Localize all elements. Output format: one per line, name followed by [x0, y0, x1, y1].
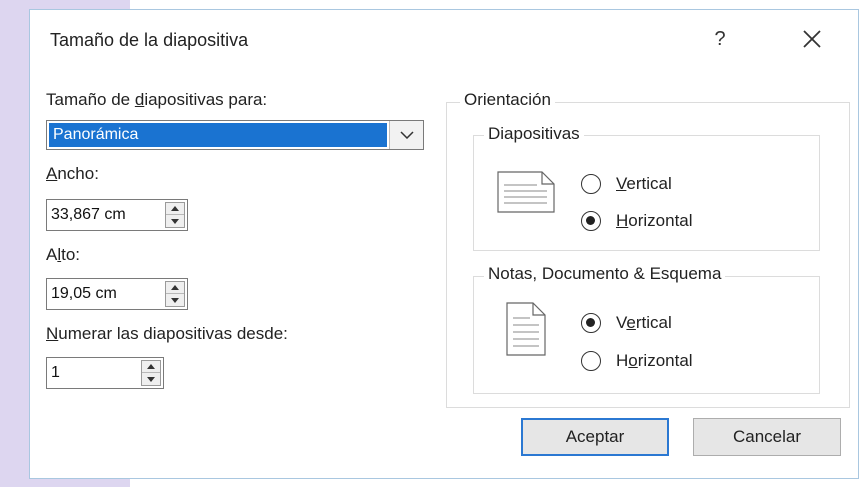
- title-bar: Tamaño de la diapositiva ?: [30, 10, 858, 66]
- height-increment-button[interactable]: [166, 282, 184, 294]
- slides-vertical-radio[interactable]: [581, 174, 601, 194]
- number-from-spin-buttons: [141, 360, 161, 386]
- number-from-label: Numerar las diapositivas desde:: [46, 324, 288, 343]
- arrow-down-icon: [147, 376, 155, 382]
- slides-vertical-label[interactable]: Vertical: [616, 174, 672, 194]
- notes-horizontal-label[interactable]: Horizontal: [616, 351, 693, 371]
- close-icon: [803, 30, 821, 48]
- slide-size-label: Tamaño de diapositivas para:: [46, 90, 268, 109]
- notes-vertical-label[interactable]: Vertical: [616, 313, 672, 333]
- dropdown-button[interactable]: [389, 121, 423, 149]
- height-spin-buttons: [165, 281, 185, 307]
- slides-horizontal-label[interactable]: Horizontal: [616, 211, 693, 231]
- portrait-page-icon: [506, 302, 546, 356]
- notes-vertical-radio[interactable]: [581, 313, 601, 333]
- arrow-up-icon: [147, 364, 155, 369]
- number-increment-button[interactable]: [142, 361, 160, 373]
- width-input[interactable]: 33,867 cm: [51, 200, 126, 230]
- height-decrement-button[interactable]: [166, 294, 184, 306]
- height-input[interactable]: 19,05 cm: [51, 279, 117, 309]
- number-from-input[interactable]: 1: [51, 358, 60, 388]
- arrow-up-icon: [171, 206, 179, 211]
- width-increment-button[interactable]: [166, 203, 184, 215]
- dialog-title: Tamaño de la diapositiva: [50, 30, 249, 50]
- width-label: Ancho:: [46, 164, 99, 183]
- slide-size-value: Panorámica: [49, 123, 387, 147]
- help-button[interactable]: ?: [705, 24, 735, 54]
- arrow-down-icon: [171, 297, 179, 303]
- height-stepper[interactable]: 19,05 cm: [46, 278, 188, 310]
- cancel-button[interactable]: Cancelar: [693, 418, 841, 456]
- arrow-down-icon: [171, 218, 179, 224]
- width-stepper[interactable]: 33,867 cm: [46, 199, 188, 231]
- width-spin-buttons: [165, 202, 185, 228]
- number-decrement-button[interactable]: [142, 373, 160, 385]
- slides-legend: Diapositivas: [484, 124, 584, 144]
- close-button[interactable]: [795, 22, 829, 56]
- chevron-down-icon: [399, 131, 414, 139]
- notes-legend: Notas, Documento & Esquema: [484, 264, 726, 284]
- height-label: Alto:: [46, 245, 81, 264]
- slide-size-select[interactable]: Panorámica: [46, 120, 424, 150]
- number-from-stepper[interactable]: 1: [46, 357, 164, 389]
- slides-horizontal-radio[interactable]: [581, 211, 601, 231]
- orientation-legend: Orientación: [460, 90, 555, 110]
- ok-button[interactable]: Aceptar: [521, 418, 669, 456]
- width-decrement-button[interactable]: [166, 215, 184, 227]
- landscape-page-icon: [497, 171, 555, 213]
- notes-horizontal-radio[interactable]: [581, 351, 601, 371]
- arrow-up-icon: [171, 285, 179, 290]
- slide-size-dialog: Tamaño de la diapositiva ? Tamaño de dia…: [29, 9, 859, 479]
